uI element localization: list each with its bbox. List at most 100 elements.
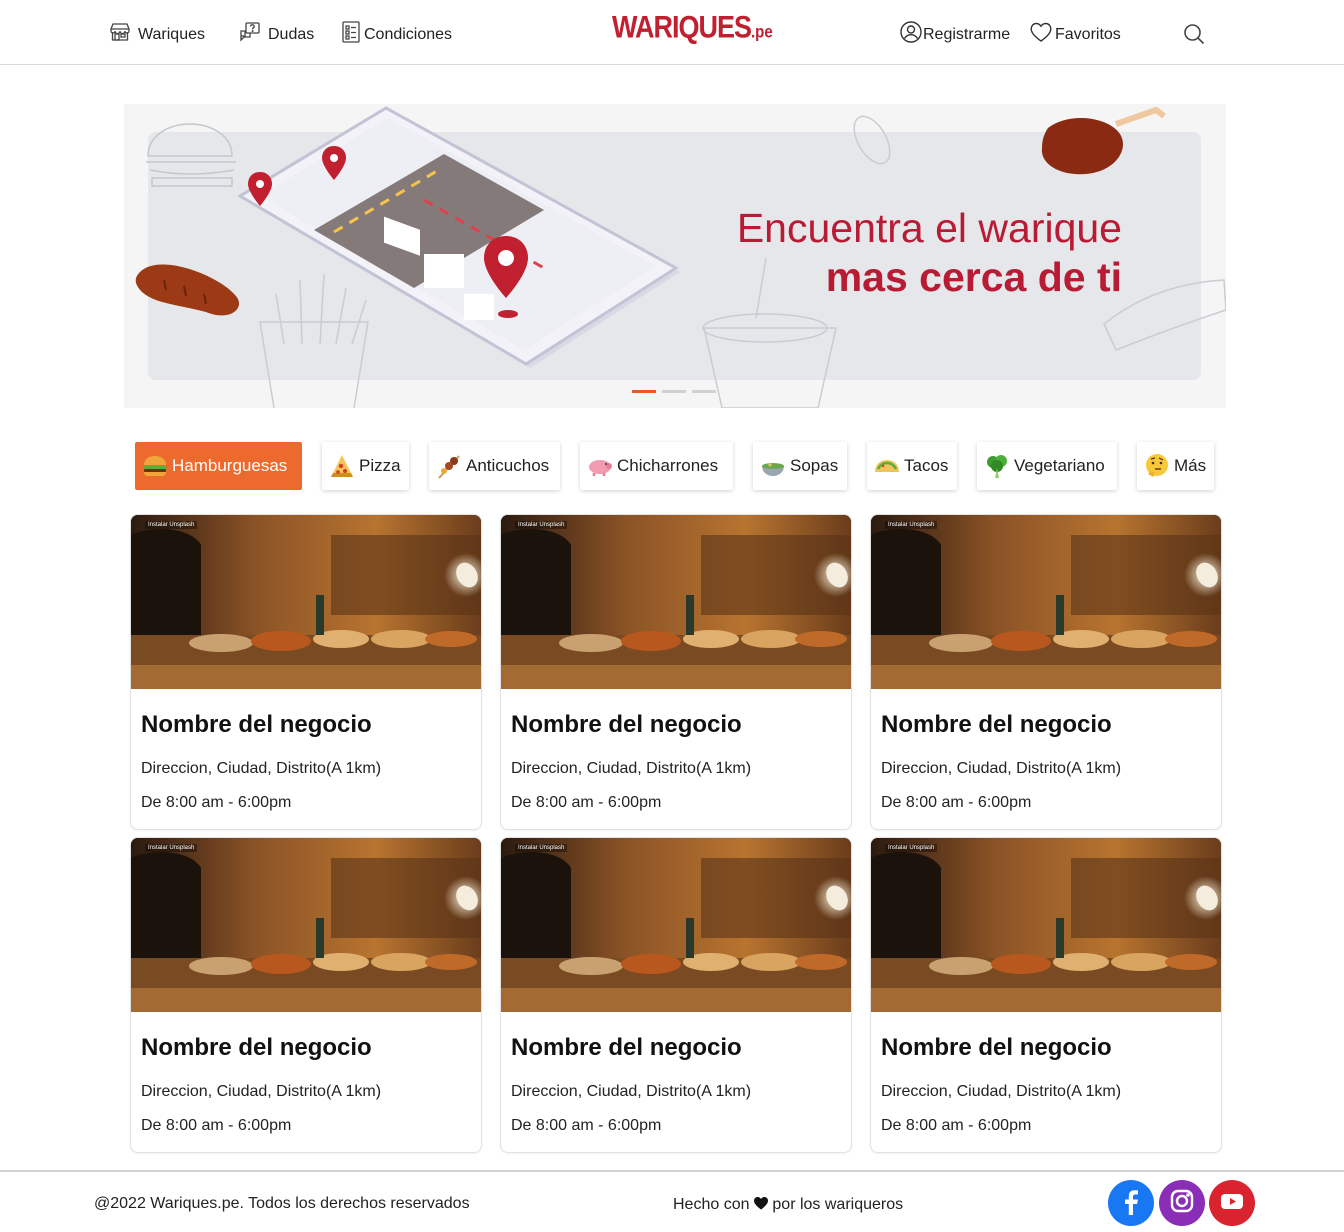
site-footer: @2022 Wariques.pe. Todos los derechos re…: [0, 1170, 1344, 1232]
carousel-dot[interactable]: [632, 390, 656, 393]
business-name: Nombre del negocio: [141, 1034, 372, 1061]
thinking-face-icon: [1142, 451, 1172, 481]
category-sopas[interactable]: Sopas: [753, 442, 847, 490]
business-photo: Instalar Unsplash: [501, 838, 851, 1012]
business-address: Direccion, Ciudad, Distrito(A 1km): [881, 760, 1122, 777]
phone-map-illustration: [237, 106, 680, 368]
category-chicharrones[interactable]: Chicharrones: [580, 442, 733, 490]
business-name: Nombre del negocio: [141, 711, 372, 738]
business-hours: De 8:00 am - 6:00pm: [881, 1117, 1032, 1134]
business-hours: De 8:00 am - 6:00pm: [141, 1117, 292, 1134]
business-hours: De 8:00 am - 6:00pm: [511, 794, 662, 811]
skewer-icon: [434, 451, 464, 481]
heart-icon: [753, 1197, 768, 1210]
business-photo: Instalar Unsplash: [501, 515, 851, 689]
business-card[interactable]: Instalar Unsplash Nombre del negocio Direc…: [870, 837, 1222, 1153]
youtube-icon: [1218, 1187, 1246, 1220]
business-card[interactable]: Instalar Unsplash Nombre del negocio Direc…: [130, 837, 482, 1153]
nav-dudas[interactable]: Dudas: [238, 20, 314, 49]
drumstick-icon: [1041, 106, 1166, 175]
facebook-icon: [1117, 1187, 1145, 1220]
category-mas-label: Más: [1174, 456, 1207, 475]
site-logo[interactable]: WARIQUES.pe: [612, 10, 773, 46]
business-name: Nombre del negocio: [511, 1034, 742, 1061]
business-name: Nombre del negocio: [881, 1034, 1112, 1061]
checklist-icon: [340, 20, 364, 49]
nav-wariques-label: Wariques: [138, 25, 205, 43]
pizza-icon: [327, 451, 357, 481]
facebook-link[interactable]: [1108, 1180, 1154, 1226]
nav-registrarme-label: Registrarme: [923, 25, 1011, 43]
instagram-link[interactable]: [1159, 1180, 1205, 1226]
category-anticuchos-label: Anticuchos: [466, 456, 550, 475]
category-pizza-label: Pizza: [359, 456, 401, 475]
hero-banner[interactable]: Encuentra el warique mas cerca de ti: [124, 104, 1226, 408]
category-tacos[interactable]: Tacos: [867, 442, 957, 490]
sausage-icon: [135, 264, 240, 316]
business-photo: Instalar Unsplash: [131, 838, 481, 1012]
category-chicharrones-label: Chicharrones: [617, 456, 719, 475]
nav-favoritos[interactable]: Favoritos: [1029, 20, 1121, 49]
top-navbar: Wariques Dudas Condiciones WARIQUES.pe R…: [0, 0, 1344, 65]
user-circle-icon: [899, 20, 923, 49]
category-pizza[interactable]: Pizza: [322, 442, 409, 490]
burger-icon: [140, 451, 170, 481]
fries-sketch-icon: [259, 273, 369, 408]
photo-credit-tag: Instalar Unsplash: [515, 844, 568, 852]
business-name: Nombre del negocio: [881, 711, 1112, 738]
category-filter-bar: Hamburguesas Pizza Anticuchos Chicharron…: [135, 442, 1225, 490]
search-button[interactable]: [1182, 22, 1206, 46]
made-with-love-text: Hecho con por los wariqueros: [673, 1196, 904, 1213]
category-anticuchos[interactable]: Anticuchos: [429, 442, 560, 490]
photo-credit-tag: Instalar Unsplash: [515, 521, 568, 529]
business-address: Direccion, Ciudad, Distrito(A 1km): [511, 1083, 752, 1100]
category-hamburguesas[interactable]: Hamburguesas: [135, 442, 302, 490]
business-card[interactable]: Instalar Unsplash Nombre del negocio Direc…: [130, 514, 482, 830]
broccoli-icon: [982, 451, 1012, 481]
carousel-dot[interactable]: [662, 390, 686, 393]
soup-icon: [758, 451, 788, 481]
business-photo: Instalar Unsplash: [131, 515, 481, 689]
business-card[interactable]: Instalar Unsplash Nombre del negocio Direc…: [500, 837, 852, 1153]
business-hours: De 8:00 am - 6:00pm: [881, 794, 1032, 811]
photo-credit-tag: Instalar Unsplash: [145, 844, 198, 852]
business-address: Direccion, Ciudad, Distrito(A 1km): [141, 760, 382, 777]
copyright-text: @2022 Wariques.pe. Todos los derechos re…: [94, 1195, 470, 1212]
business-photo: Instalar Unsplash: [871, 838, 1221, 1012]
carousel-dot[interactable]: [692, 390, 716, 393]
nav-wariques[interactable]: Wariques: [108, 20, 205, 49]
youtube-link[interactable]: [1209, 1180, 1255, 1226]
question-bubble-icon: [238, 20, 262, 49]
category-mas[interactable]: Más: [1137, 442, 1214, 490]
category-vegetariano[interactable]: Vegetariano: [977, 442, 1117, 490]
photo-credit-tag: Instalar Unsplash: [885, 844, 938, 852]
photo-credit-tag: Instalar Unsplash: [145, 521, 198, 529]
business-name: Nombre del negocio: [511, 711, 742, 738]
business-card[interactable]: Instalar Unsplash Nombre del negocio Direc…: [500, 514, 852, 830]
business-address: Direccion, Ciudad, Distrito(A 1km): [511, 760, 752, 777]
instagram-icon: [1168, 1187, 1196, 1220]
heart-icon: [1029, 20, 1053, 49]
business-card[interactable]: Instalar Unsplash Nombre del negocio Direc…: [870, 514, 1222, 830]
nav-favoritos-label: Favoritos: [1055, 25, 1121, 43]
nav-registrarme[interactable]: Registrarme: [899, 20, 1010, 49]
hotdog-sketch-icon: [1103, 279, 1226, 351]
photo-credit-tag: Instalar Unsplash: [885, 521, 938, 529]
business-hours: De 8:00 am - 6:00pm: [511, 1117, 662, 1134]
business-address: Direccion, Ciudad, Distrito(A 1km): [881, 1083, 1122, 1100]
banner-headline: Encuentra el warique mas cerca de ti: [736, 205, 1122, 300]
category-hamburguesas-label: Hamburguesas: [172, 456, 288, 475]
nav-condiciones[interactable]: Condiciones: [340, 20, 452, 49]
business-address: Direccion, Ciudad, Distrito(A 1km): [141, 1083, 382, 1100]
business-photo: Instalar Unsplash: [871, 515, 1221, 689]
business-hours: De 8:00 am - 6:00pm: [141, 794, 292, 811]
taco-icon: [872, 451, 902, 481]
category-vegetariano-label: Vegetariano: [1014, 456, 1105, 475]
pig-icon: [585, 451, 615, 481]
store-icon: [108, 20, 132, 49]
nav-dudas-label: Dudas: [268, 25, 315, 43]
search-icon: [1182, 24, 1206, 50]
burger-sketch-icon: [146, 123, 236, 187]
category-tacos-label: Tacos: [904, 456, 949, 475]
nav-condiciones-label: Condiciones: [364, 25, 453, 43]
